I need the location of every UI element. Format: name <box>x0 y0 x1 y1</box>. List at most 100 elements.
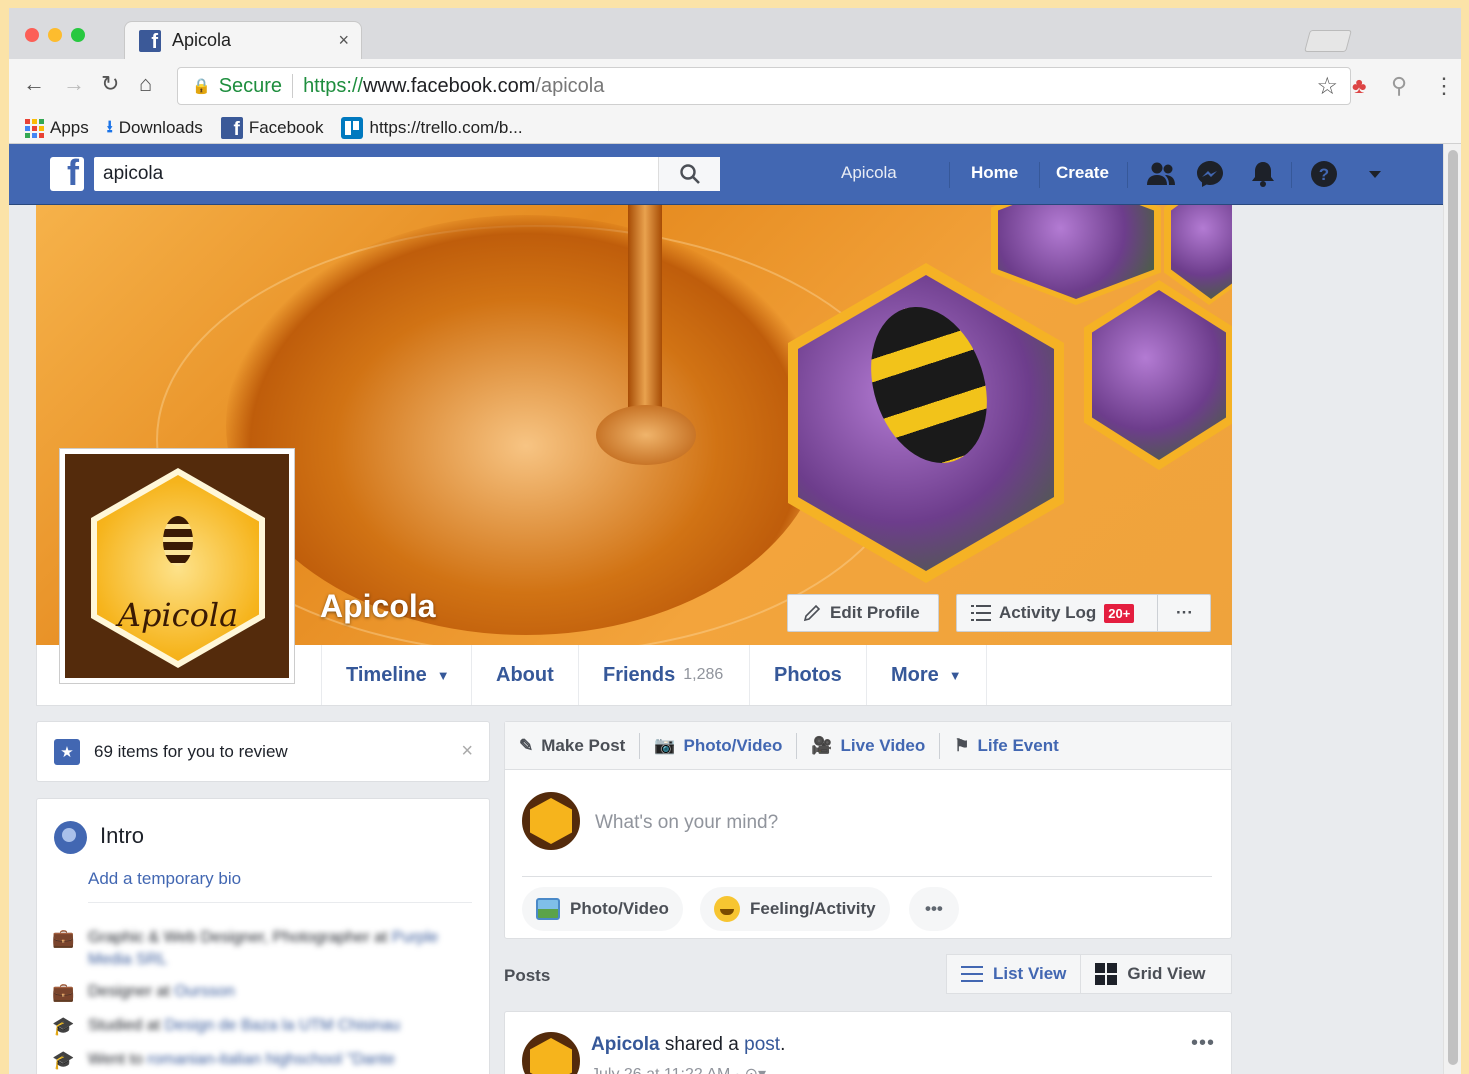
minimize-window-button[interactable] <box>48 28 62 42</box>
intro-item-link[interactable]: Oursson <box>174 983 234 1000</box>
browser-menu-icon[interactable]: ⋮ <box>1433 73 1455 99</box>
zoom-window-button[interactable] <box>71 28 85 42</box>
composer-more-button[interactable]: ••• <box>909 887 959 931</box>
list-view-icon <box>961 966 983 982</box>
address-bar[interactable]: 🔒 Secure https://www.facebook.com/apicol… <box>177 67 1351 105</box>
extension-icon[interactable]: ♣ <box>1352 73 1366 99</box>
audience-icon[interactable]: ⊙▾ <box>745 1066 766 1074</box>
camera-icon: 📷 <box>654 735 676 755</box>
bookmark-trello[interactable]: https://trello.com/b... <box>341 117 523 139</box>
graduation-cap-icon: 🎓 <box>52 1016 75 1036</box>
post-verb: shared a <box>664 1034 739 1055</box>
scrollbar-thumb[interactable] <box>1448 150 1458 1065</box>
nav-home-link[interactable]: Home <box>971 163 1018 183</box>
new-tab-button[interactable] <box>1304 30 1352 52</box>
edit-profile-button[interactable]: Edit Profile <box>787 594 939 632</box>
forward-icon[interactable]: → <box>63 71 85 97</box>
intro-item-text: Graphic & Web Designer, Photographer at … <box>88 929 439 968</box>
logo-hexagon: Apicola <box>91 468 265 668</box>
intro-item-text: Studied at Design de Baza la UTM Chisina… <box>88 1017 401 1034</box>
trello-icon <box>341 117 364 139</box>
add-bio-link[interactable]: Add a temporary bio <box>88 869 241 889</box>
graduation-cap-icon: 🎓 <box>52 1050 75 1070</box>
bookmark-apps[interactable]: Apps <box>25 118 89 138</box>
help-icon[interactable]: ? <box>1310 160 1338 188</box>
page-scrollbar[interactable] <box>1443 144 1461 1074</box>
tab-about[interactable]: About <box>471 645 578 705</box>
photo-video-button[interactable]: Photo/Video <box>522 887 683 931</box>
bookmark-downloads[interactable]: ⭳ Downloads <box>107 114 203 143</box>
facebook-favicon-icon: f <box>139 29 161 52</box>
close-window-button[interactable] <box>25 28 39 42</box>
intro-education-item: 🎓 Studied at Design de Baza la UTM Chisi… <box>52 1015 472 1039</box>
activity-log-button[interactable]: Activity Log 20+ ··· <box>956 594 1211 632</box>
apps-grid-icon <box>25 118 44 138</box>
facebook-search-field[interactable]: apicola <box>94 157 720 191</box>
secure-label: Secure <box>218 74 283 97</box>
avatar[interactable] <box>522 1032 580 1074</box>
facebook-bookmark-icon: f <box>220 117 243 139</box>
tab-close-icon[interactable]: × <box>338 30 349 51</box>
browser-tab[interactable]: f Apicola × <box>124 21 362 59</box>
feeling-activity-button[interactable]: Feeling/Activity <box>700 887 890 931</box>
avatar[interactable] <box>522 792 580 850</box>
flower-hex-image <box>998 205 1154 299</box>
list-view-button[interactable]: List View <box>947 955 1082 993</box>
post-author-link[interactable]: Apicola <box>591 1034 660 1055</box>
intro-divider <box>88 902 472 903</box>
messenger-icon[interactable] <box>1196 160 1224 188</box>
post-timestamp[interactable]: July 26 at 11:22 AM · ⊙▾ <box>591 1064 766 1074</box>
tab-more[interactable]: More ▼ <box>866 645 987 705</box>
more-options-button[interactable]: ··· <box>1157 595 1211 631</box>
star-icon: ★ <box>54 738 80 765</box>
intro-work-item: 💼 Designer at Oursson <box>52 981 472 1005</box>
intro-item-link[interactable]: Design de Baza la UTM Chisinau <box>165 1017 401 1034</box>
tab-friends[interactable]: Friends 1,286 <box>578 645 747 705</box>
zoom-search-icon[interactable]: ⚲ <box>1391 73 1407 99</box>
profile-picture[interactable]: Apicola <box>59 448 295 684</box>
honey-heart-image <box>226 215 826 635</box>
post-options-button[interactable]: ••• <box>1191 1032 1215 1055</box>
tab-photos[interactable]: Photos <box>749 645 866 705</box>
video-camera-icon: 🎥 <box>811 735 833 755</box>
bookmark-facebook[interactable]: f Facebook <box>220 117 323 139</box>
search-input-value[interactable]: apicola <box>103 163 163 185</box>
button-label: Feeling/Activity <box>750 899 876 918</box>
nav-create-link[interactable]: Create <box>1056 163 1109 183</box>
tab-life-event[interactable]: ⚑ Life Event <box>940 733 1073 759</box>
logo-wordmark: Apicola <box>117 596 239 634</box>
post-object-link[interactable]: post <box>744 1034 780 1055</box>
flower-hex-image <box>1171 205 1232 299</box>
button-label: Grid View <box>1127 964 1206 983</box>
tab-make-post[interactable]: ✎ Make Post <box>505 732 641 759</box>
nav-page-link[interactable]: Apicola <box>841 163 897 183</box>
intro-item-link[interactable]: romanian-italian highschool "Dante <box>147 1051 395 1068</box>
back-icon[interactable]: ← <box>23 71 45 97</box>
post-card: Apicola shared a post. July 26 at 11:22 … <box>504 1011 1232 1074</box>
facebook-logo-icon[interactable]: f <box>50 155 84 191</box>
bookmark-star-icon[interactable]: ☆ <box>1316 72 1338 101</box>
tab-photo-video[interactable]: 📷 Photo/Video <box>640 732 798 759</box>
account-menu-chevron-icon[interactable] <box>1368 170 1382 179</box>
search-button[interactable] <box>658 157 720 191</box>
notifications-bell-icon[interactable] <box>1250 160 1276 188</box>
reload-icon[interactable]: ↻ <box>101 71 119 97</box>
nav-divider <box>949 162 950 188</box>
review-items-card[interactable]: ★ 69 items for you to review × <box>36 721 490 782</box>
grid-view-button[interactable]: Grid View <box>1081 955 1219 993</box>
honey-drop-image <box>596 405 696 465</box>
globe-icon <box>54 821 87 854</box>
tab-bar: f Apicola × <box>9 8 1461 59</box>
dismiss-close-icon[interactable]: × <box>461 740 473 763</box>
tab-live-video[interactable]: 🎥 Live Video <box>797 732 941 759</box>
tab-label: Photo/Video <box>683 735 783 755</box>
post-input-placeholder[interactable]: What's on your mind? <box>595 812 778 834</box>
tab-label: Friends <box>603 663 676 686</box>
url-scheme: https:// <box>303 74 364 97</box>
chevron-down-icon: ▼ <box>948 667 962 683</box>
home-icon[interactable]: ⌂ <box>139 71 152 97</box>
post-date: July 26 at 11:22 AM · <box>591 1066 745 1074</box>
tab-label: Live Video <box>840 735 926 755</box>
tab-timeline[interactable]: Timeline ▼ <box>321 645 474 705</box>
friend-requests-icon[interactable] <box>1146 161 1176 187</box>
